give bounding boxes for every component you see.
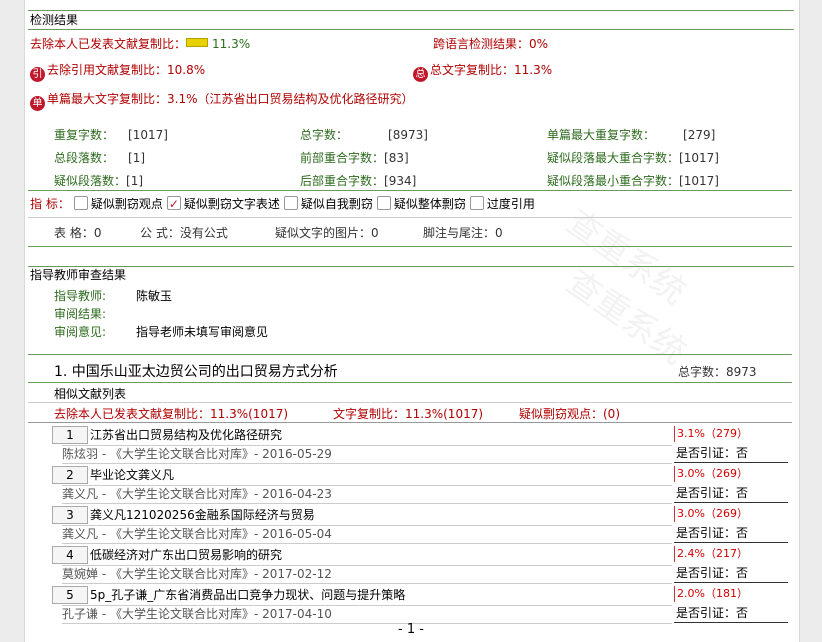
indicator-checkbox-overcite[interactable] [469,196,484,210]
stat-max-para-overlap: 疑似段落最大重合字数：[1017] [547,151,719,165]
list-item-title[interactable]: 江苏省出口贸易结构及优化路径研究 [90,426,282,444]
indicator-checkbox-whole[interactable] [376,196,391,210]
divider [28,382,792,383]
list-item-title[interactable]: 毕业论文龚义凡 [90,466,174,484]
divider [28,217,792,218]
list-item[interactable]: 3 龚义凡121020256金融系国际经济与贸易 龚义凡 - 《大学生论文联合比… [52,506,792,544]
doc-title: 1. 中国乐山亚太边贸公司的出口贸易方式分析 [54,364,338,380]
divider [28,422,792,423]
list-excl-self: 去除本人已发表文献复制比：11.3%(1017) [54,407,289,421]
stat-back-overlap: 后部重合字数：[934] [300,174,417,188]
page-number: - 1 - [398,622,424,637]
list-plag-points: 疑似剽窃观点：(0) [519,407,620,421]
divider [28,354,792,355]
doc-total-words: 总字数：8973 [678,365,757,379]
list-text-copy: 文字复制比：11.3%(1017) [333,407,484,421]
list-item[interactable]: 1 江苏省出口贸易结构及优化路径研究 陈炫羽 - 《大学生论文联合比对库》- 2… [52,426,792,464]
similar-list-title: 相似文献列表 [54,387,127,401]
indicator-checkbox-self[interactable] [283,196,298,210]
stat-total-paragraphs: 总段落数： [1] [54,151,146,165]
teacher-label: 指导教师: [54,289,107,303]
divider [28,190,792,191]
list-item[interactable]: 5 5p_孔子谦_广东省消费品出口竞争力现状、问题与提升策略 孔子谦 - 《大学… [52,586,792,624]
single-badge-icon: 单 [30,96,45,111]
review-opinion-value: 指导老师未填写审阅意见 [136,325,269,339]
list-item[interactable]: 2 毕业论文龚义凡 龚义凡 - 《大学生论文联合比对库》- 2016-04-23… [52,466,792,504]
ratio-bar [186,38,209,47]
total-copy-ratio: 总总文字复制比：11.3% [413,60,552,82]
single-max-ratio: 单单篇最大文字复制比：3.1%（江苏省出口贸易结构及优化路径研究） [30,89,414,111]
indicators-row: 指 标：疑似剽窃观点疑似剽窃文字表述疑似自我剽窃疑似整体剽窃过度引用 [30,194,535,214]
cite-badge-icon: 引 [30,67,45,82]
indicator-checkbox-wording[interactable] [166,194,181,214]
stat-min-para-overlap: 疑似段落最小重合字数：[1017] [547,174,719,188]
cross-language-result: 跨语言检测结果：0% [433,37,549,51]
section-title-review: 指导教师审查结果 [28,266,794,284]
misc-images: 疑似文字的图片：0 [275,226,379,240]
misc-notes: 脚注与尾注：0 [423,226,503,240]
excl-cite-ratio: 引去除引用文献复制比：10.8% [30,60,205,82]
excl-self-ratio: 去除本人已发表文献复制比： 11.3% [30,37,251,51]
stat-repeat-words: 重复字数： [1017] [54,128,168,142]
misc-tables: 表 格：0 [54,226,102,240]
list-item[interactable]: 4 低碳经济对广东出口贸易影响的研究 莫婉婵 - 《大学生论文联合比对库》- 2… [52,546,792,584]
misc-formula: 公 式：没有公式 [140,226,228,240]
divider [28,402,792,403]
teacher-value: 陈敏玉 [136,289,173,303]
list-item-title[interactable]: 5p_孔子谦_广东省消费品出口竞争力现状、问题与提升策略 [90,586,405,604]
stat-single-max-repeat: 单篇最大重复字数： [279] [547,128,716,142]
stat-suspect-paragraphs: 疑似段落数：[1] [54,174,144,188]
section-title-result: 检测结果 [28,10,794,30]
total-badge-icon: 总 [413,67,428,82]
indicator-checkbox-viewpoint[interactable] [73,196,88,210]
review-opinion-label: 审阅意见: [54,325,107,339]
indicators-label: 指 标： [30,197,70,211]
stat-total-words: 总字数： [8973] [300,128,428,142]
list-item-title[interactable]: 龚义凡121020256金融系国际经济与贸易 [90,506,315,524]
stat-front-overlap: 前部重合字数：[83] [300,151,409,165]
list-item-title[interactable]: 低碳经济对广东出口贸易影响的研究 [90,546,282,564]
review-result-label: 审阅结果: [54,307,107,321]
divider [28,246,792,247]
